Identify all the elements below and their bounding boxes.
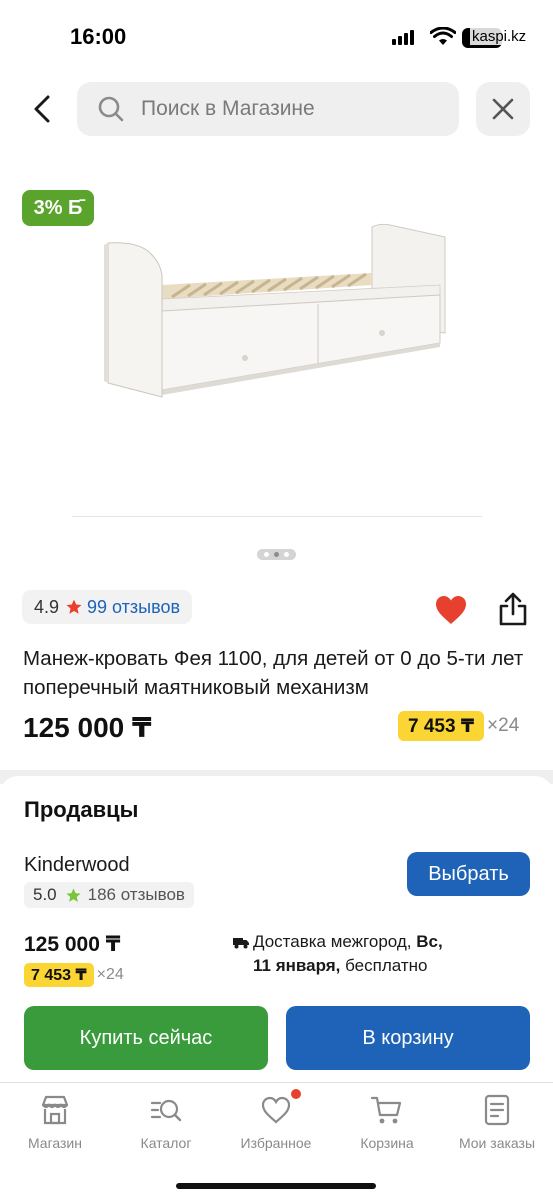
close-icon <box>492 98 514 120</box>
installment-offer[interactable]: 7 453 ₸ ×24 <box>398 711 519 741</box>
image-divider <box>72 516 482 517</box>
heart-icon <box>261 1096 291 1124</box>
seller-installment-months: ×24 <box>96 966 124 983</box>
pager-dot <box>264 552 269 557</box>
add-to-cart-button[interactable]: В корзину <box>286 1006 530 1070</box>
choose-seller-button[interactable]: Выбрать <box>407 852 530 896</box>
kaspi-watermark: kaspi.kz <box>470 28 529 45</box>
delivery-cost: бесплатно <box>345 956 428 975</box>
image-pager[interactable] <box>257 549 296 560</box>
tab-label: Избранное <box>240 1135 312 1151</box>
seller-name[interactable]: Kinderwood <box>24 854 130 877</box>
product-title: Манеж-кровать Фея 1100, для детей от 0 д… <box>23 647 524 699</box>
tab-label: Корзина <box>360 1135 414 1151</box>
bonus-badge: 3% Б̄ <box>22 190 94 226</box>
tab-cart[interactable]: Корзина <box>332 1093 442 1151</box>
tab-label: Магазин <box>27 1135 82 1151</box>
tab-label: Мои заказы <box>458 1135 536 1151</box>
star-icon <box>66 599 82 614</box>
status-time: 16:00 <box>70 24 127 49</box>
top-bar <box>0 82 553 136</box>
star-icon <box>66 887 81 902</box>
tab-label: Каталог <box>140 1135 192 1151</box>
seller-price: 125 000 ₸ <box>24 933 121 956</box>
catalog-search-icon <box>150 1099 182 1122</box>
sellers-section: Продавцы Kinderwood 5.0 186 отзывов Выбр… <box>0 776 553 1086</box>
cart-icon <box>370 1096 402 1124</box>
status-bar: 16:00 kaspi.kz <box>0 0 553 72</box>
truck-icon <box>233 937 249 949</box>
tab-orders[interactable]: Мои заказы <box>442 1093 552 1151</box>
close-button[interactable] <box>476 82 530 136</box>
notification-dot <box>291 1089 301 1099</box>
seller-installment: 7 453 ₸ ×24 <box>24 963 124 987</box>
back-button[interactable] <box>24 90 60 128</box>
delivery-prefix: Доставка межгород, <box>253 932 412 951</box>
seller-installment-amount: 7 453 ₸ <box>24 963 94 987</box>
orders-icon <box>484 1094 510 1126</box>
seller-rating-value: 5.0 <box>33 885 57 904</box>
tab-favorites[interactable]: Избранное <box>221 1089 331 1151</box>
shop-icon <box>41 1095 69 1125</box>
product-rating[interactable]: 4.9 99 отзывов <box>22 590 193 624</box>
search-bar[interactable] <box>77 82 459 136</box>
chevron-left-icon <box>34 95 50 123</box>
heart-icon[interactable] <box>434 594 468 626</box>
delivery-info: Доставка межгород, Вс, 11 января, беспла… <box>233 930 533 978</box>
tab-catalog[interactable]: Каталог <box>111 1093 221 1151</box>
seller-rating[interactable]: 5.0 186 отзывов <box>24 882 194 908</box>
sellers-title: Продавцы <box>24 797 139 822</box>
rating-value: 4.9 <box>34 596 60 617</box>
wifi-icon <box>430 27 456 45</box>
share-icon[interactable] <box>497 592 529 626</box>
buy-now-button[interactable]: Купить сейчас <box>24 1006 268 1070</box>
cellular-signal-icon <box>392 29 414 45</box>
pager-dot-active <box>274 552 279 557</box>
reviews-link[interactable]: 99 отзывов <box>87 597 180 618</box>
seller-reviews: 186 отзывов <box>87 885 185 904</box>
installment-months: ×24 <box>487 715 520 736</box>
pager-dot <box>284 552 289 557</box>
tab-shop[interactable]: Магазин <box>0 1093 110 1151</box>
search-input[interactable] <box>141 97 421 121</box>
search-icon <box>98 96 124 122</box>
product-image[interactable] <box>100 215 450 405</box>
delivery-day: Вс, <box>416 932 443 951</box>
product-price: 125 000 ₸ <box>23 712 152 743</box>
favorites-icon-wrap <box>259 1089 301 1127</box>
home-indicator <box>176 1183 376 1189</box>
installment-amount: 7 453 ₸ <box>398 711 485 741</box>
delivery-date: 11 января, <box>253 956 341 975</box>
